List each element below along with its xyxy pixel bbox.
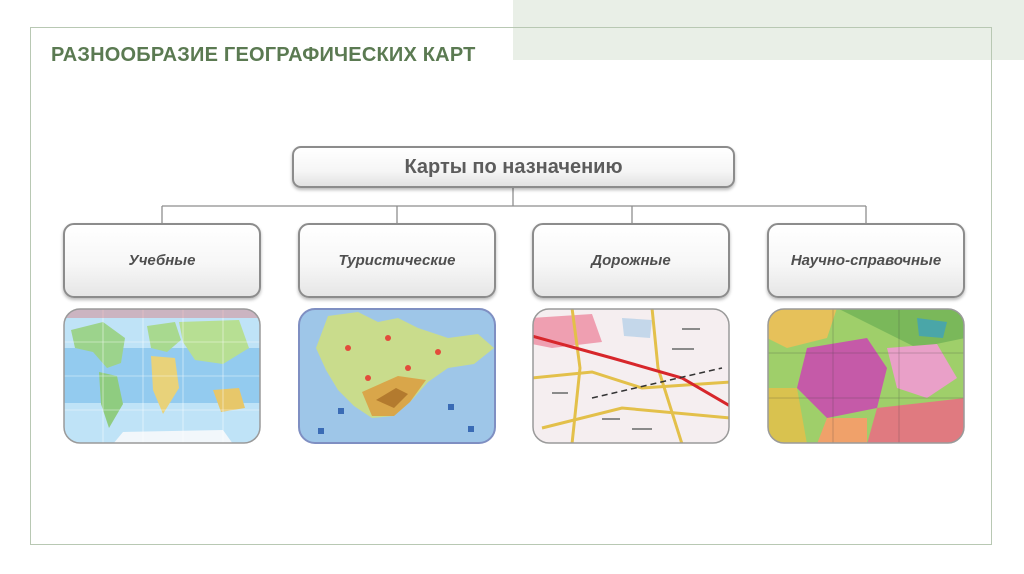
geological-map-image: [767, 308, 965, 444]
category-box-tourist: Туристические: [298, 223, 496, 298]
category-box-road: Дорожные: [532, 223, 730, 298]
category-box-reference: Научно-справочные: [767, 223, 965, 298]
physical-world-map-image: [63, 308, 261, 444]
category-box-educational: Учебные: [63, 223, 261, 298]
crimea-tourist-map-image: [298, 308, 496, 444]
root-node-box: Карты по назначению: [292, 146, 735, 188]
road-map-image: [532, 308, 730, 444]
